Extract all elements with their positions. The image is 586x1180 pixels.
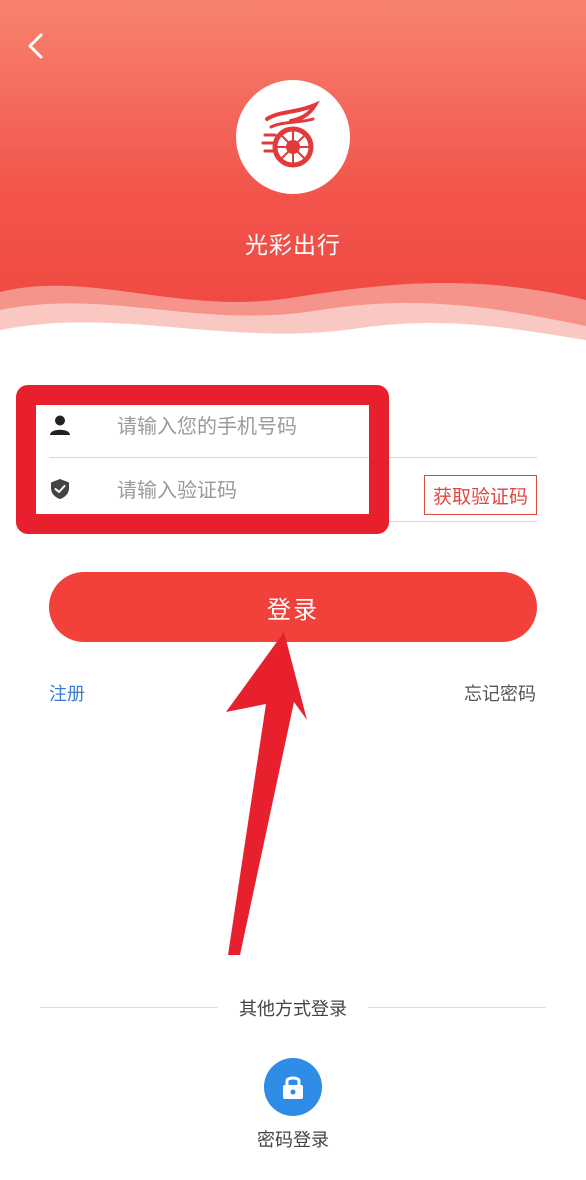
wave-decoration	[0, 283, 586, 345]
chevron-left-icon	[28, 33, 43, 59]
forgot-password-link[interactable]: 忘记密码	[464, 680, 536, 706]
phone-input[interactable]	[117, 406, 397, 446]
user-icon	[50, 415, 70, 435]
phone-field	[49, 394, 537, 458]
dragon-wheel-logo-icon	[261, 101, 320, 168]
password-login-option[interactable]: 密码登录	[243, 1058, 343, 1152]
get-code-button[interactable]: 获取验证码	[423, 475, 537, 515]
lock-icon	[283, 1076, 303, 1099]
shield-icon	[51, 479, 69, 499]
header: 光彩出行	[0, 0, 586, 345]
other-login-divider-text: 其他方式登录	[239, 999, 347, 1020]
app-name: 光彩出行	[245, 233, 341, 259]
login-button[interactable]: 登录	[49, 572, 537, 642]
password-login-button[interactable]	[264, 1058, 322, 1116]
app-logo	[236, 80, 350, 194]
back-button[interactable]	[16, 26, 56, 66]
code-input[interactable]	[117, 470, 397, 510]
register-link[interactable]: 注册	[49, 680, 85, 706]
code-field: 获取验证码	[49, 458, 537, 522]
password-login-label: 密码登录	[257, 1130, 329, 1151]
